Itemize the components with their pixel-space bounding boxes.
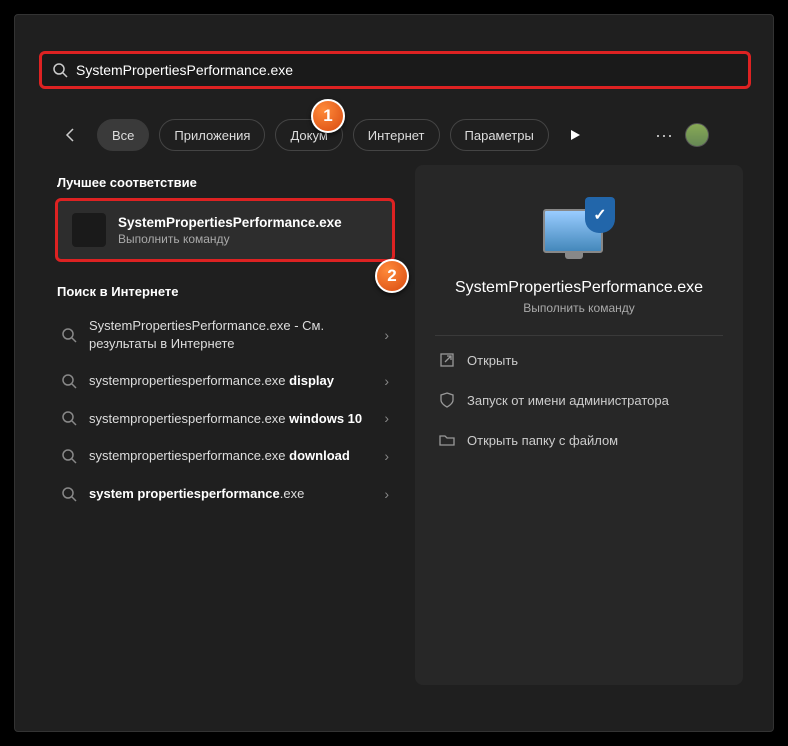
section-best-match: Лучшее соответствие xyxy=(57,175,395,190)
web-result[interactable]: SystemPropertiesPerformance.exe - См. ре… xyxy=(55,307,395,362)
action-label: Открыть папку с файлом xyxy=(467,433,618,448)
folder-icon xyxy=(439,432,455,448)
web-result-text: systempropertiesperformance.exe windows … xyxy=(89,410,372,428)
search-icon xyxy=(61,373,77,389)
search-icon xyxy=(61,327,77,343)
callout-1: 1 xyxy=(311,99,345,133)
search-input[interactable] xyxy=(76,62,738,78)
search-icon xyxy=(61,410,77,426)
web-result-text: system propertiesperformance.exe xyxy=(89,485,372,503)
web-result-text: SystemPropertiesPerformance.exe - См. ре… xyxy=(89,317,372,352)
back-button[interactable] xyxy=(55,119,87,151)
tab-internet[interactable]: Интернет xyxy=(353,119,440,151)
web-result-text: systempropertiesperformance.exe download xyxy=(89,447,372,465)
preview-panel: ✓ SystemPropertiesPerformance.exe Выполн… xyxy=(415,165,743,685)
chevron-right-icon: › xyxy=(384,410,389,426)
search-icon xyxy=(61,486,77,502)
chevron-right-icon: › xyxy=(384,373,389,389)
tab-settings[interactable]: Параметры xyxy=(450,119,549,151)
tab-all[interactable]: Все xyxy=(97,119,149,151)
search-icon xyxy=(61,448,77,464)
chevron-right-icon: › xyxy=(384,448,389,464)
action-label: Открыть xyxy=(467,353,518,368)
section-web-search: Поиск в Интернете xyxy=(57,284,395,299)
chevron-right-icon: › xyxy=(384,327,389,343)
web-result[interactable]: systempropertiesperformance.exe windows … xyxy=(55,400,395,438)
tab-apps[interactable]: Приложения xyxy=(159,119,265,151)
preview-title: SystemPropertiesPerformance.exe xyxy=(455,279,703,297)
search-box[interactable] xyxy=(39,51,751,89)
best-match-name: SystemPropertiesPerformance.exe xyxy=(118,215,342,230)
web-result-text: systempropertiesperformance.exe display xyxy=(89,372,372,390)
search-icon xyxy=(52,62,68,78)
action-label: Запуск от имени администратора xyxy=(467,393,669,408)
action-run-admin[interactable]: Запуск от имени администратора xyxy=(435,380,723,420)
more-options-button[interactable]: ··· xyxy=(655,125,673,146)
shield-icon xyxy=(439,392,455,408)
arrow-left-icon xyxy=(63,127,79,143)
callout-2: 2 xyxy=(375,259,409,293)
system-performance-icon: ✓ xyxy=(543,197,615,261)
action-open[interactable]: Открыть xyxy=(435,340,723,380)
web-result[interactable]: systempropertiesperformance.exe display … xyxy=(55,362,395,400)
play-icon xyxy=(569,129,581,141)
preview-sub: Выполнить команду xyxy=(523,301,635,315)
result-app-icon xyxy=(72,213,106,247)
action-open-folder[interactable]: Открыть папку с файлом xyxy=(435,420,723,460)
web-result[interactable]: systempropertiesperformance.exe download… xyxy=(55,437,395,475)
best-match-result[interactable]: SystemPropertiesPerformance.exe Выполнит… xyxy=(55,198,395,262)
more-tabs-button[interactable] xyxy=(559,119,591,151)
best-match-sub: Выполнить команду xyxy=(118,232,342,246)
open-icon xyxy=(439,352,455,368)
web-result[interactable]: system propertiesperformance.exe › xyxy=(55,475,395,513)
chevron-right-icon: › xyxy=(384,486,389,502)
divider xyxy=(435,335,723,336)
user-avatar[interactable] xyxy=(685,123,709,147)
